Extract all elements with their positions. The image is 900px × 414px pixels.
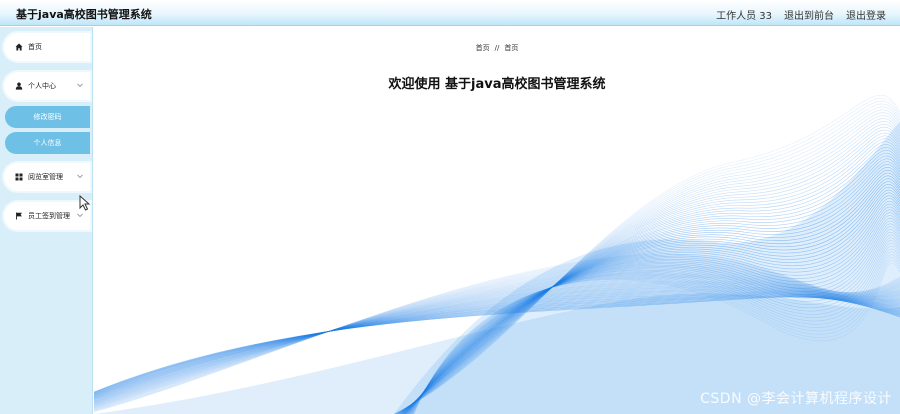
sidebar-item-label: 个人中心 — [28, 82, 56, 90]
top-header-bar: 基于java高校图书管理系统 工作人员 33 退出到前台 退出登录 — [0, 0, 900, 26]
flag-icon — [15, 212, 23, 220]
mouse-cursor-icon — [79, 195, 91, 211]
logout-link[interactable]: 退出登录 — [846, 7, 886, 22]
chevron-down-icon — [76, 172, 84, 180]
sidebar-item-staff-signin[interactable]: 员工签到管理 — [4, 202, 90, 230]
breadcrumb-root[interactable]: 首页 — [476, 44, 490, 52]
header-actions: 工作人员 33 退出到前台 退出登录 — [716, 7, 886, 22]
current-user-label: 工作人员 33 — [716, 11, 772, 22]
breadcrumb-current: 首页 — [504, 44, 519, 52]
sidebar-item-label: 员工签到管理 — [28, 212, 70, 220]
app-title: 基于java高校图书管理系统 — [16, 8, 152, 21]
chevron-down-icon — [76, 81, 84, 89]
breadcrumb: 首页 // 首页 — [94, 43, 900, 53]
chevron-down-icon — [76, 211, 84, 219]
sidebar-menu: 首页 个人中心 修改密码 个人信息 阅览室管理 员工签到管理 — [0, 27, 93, 414]
grid-icon — [15, 173, 23, 181]
breadcrumb-separator: // — [494, 44, 500, 52]
sidebar-item-label: 首页 — [28, 43, 42, 51]
sidebar-item-personal-center[interactable]: 个人中心 — [4, 72, 90, 100]
wave-lines — [94, 94, 900, 414]
user-icon — [15, 82, 23, 90]
welcome-heading: 欢迎使用 基于java高校图书管理系统 — [388, 77, 606, 92]
home-icon — [15, 43, 23, 51]
exit-to-front-link[interactable]: 退出到前台 — [784, 7, 834, 22]
submenu-item-change-password[interactable]: 修改密码 — [5, 106, 90, 128]
sidebar-item-reading-room[interactable]: 阅览室管理 — [4, 163, 90, 191]
sidebar-item-label: 阅览室管理 — [28, 173, 63, 181]
submenu-item-personal-info[interactable]: 个人信息 — [5, 132, 90, 154]
sidebar-item-home[interactable]: 首页 — [4, 33, 90, 61]
csdn-watermark: CSDN @李会计算机程序设计 — [700, 391, 892, 407]
main-content: 首页 // 首页 欢迎使用 基于java高校图书管理系统 — [94, 27, 900, 414]
